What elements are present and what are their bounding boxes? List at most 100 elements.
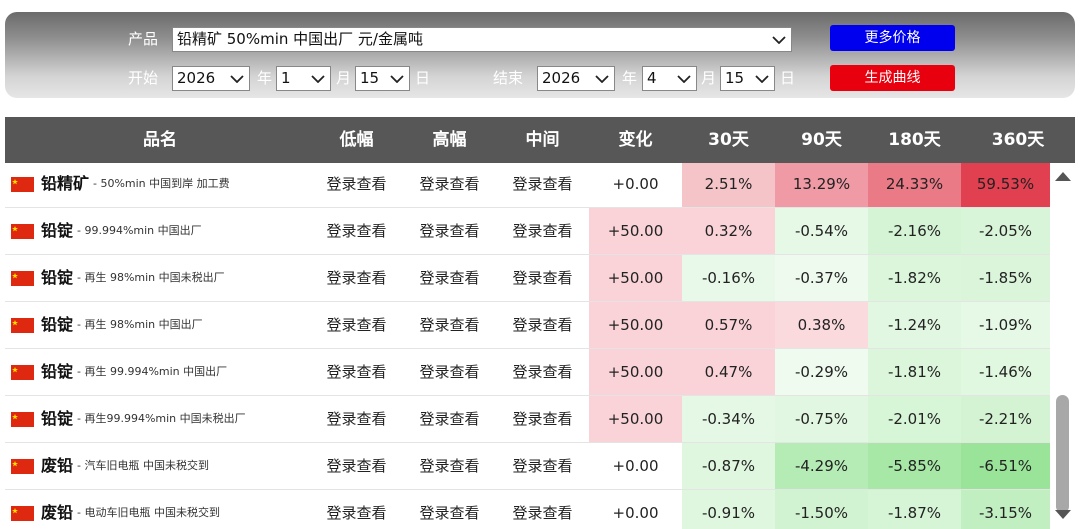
- more-prices-button[interactable]: 更多价格: [830, 25, 955, 51]
- product-select[interactable]: 铅精矿 50%min 中国出厂 元/金属吨: [172, 27, 792, 52]
- product-name-cell[interactable]: 废铅 - 汽车旧电瓶 中国未税交到: [5, 443, 315, 489]
- cell-d180: -2.16%: [868, 208, 961, 254]
- product-name-cell[interactable]: 铅锭 - 99.994%min 中国出厂: [5, 208, 315, 254]
- login-to-view-link[interactable]: 登录查看: [403, 396, 496, 442]
- cell-d90: -0.75%: [775, 396, 868, 442]
- login-to-view-link[interactable]: 登录查看: [496, 255, 589, 301]
- table-scrollbar[interactable]: [1050, 163, 1075, 529]
- login-to-view-link[interactable]: 登录查看: [310, 163, 403, 207]
- cell-d360: -3.15%: [961, 490, 1050, 529]
- table-row[interactable]: 铅锭 - 再生 98%min 中国未税出厂 登录查看 登录查看 登录查看 +50.00 -0…: [5, 255, 1050, 302]
- cell-d90: -0.54%: [775, 208, 868, 254]
- cell-d180: -1.81%: [868, 349, 961, 395]
- login-to-view-link[interactable]: 登录查看: [403, 208, 496, 254]
- col-mid-header: 中间: [525, 130, 560, 150]
- scroll-thumb[interactable]: [1056, 395, 1069, 513]
- start-year-select[interactable]: 2026: [172, 66, 250, 91]
- start-month-select[interactable]: 1: [276, 66, 331, 91]
- col-high-header: 高幅: [432, 130, 467, 150]
- col-180d-header: 180天: [888, 130, 941, 150]
- start-day-select[interactable]: 15: [355, 66, 410, 91]
- end-year-select[interactable]: 2026: [537, 66, 615, 91]
- col-30d-header: 30天: [708, 130, 749, 150]
- login-to-view-link[interactable]: 登录查看: [403, 443, 496, 489]
- login-to-view-link[interactable]: 登录查看: [496, 302, 589, 348]
- product-name: 铅锭: [41, 221, 74, 240]
- product-name-cell[interactable]: 铅锭 - 再生 98%min 中国未税出厂: [5, 255, 315, 301]
- login-to-view-link[interactable]: 登录查看: [403, 163, 496, 207]
- cell-d30: 2.51%: [682, 163, 775, 207]
- product-desc: - 再生99.994%min 中国未税出厂: [77, 412, 246, 425]
- table-row[interactable]: 铅锭 - 再生99.994%min 中国未税出厂 登录查看 登录查看 登录查看 +50.0…: [5, 396, 1050, 443]
- china-flag-icon: [11, 506, 34, 521]
- cell-d180: -2.01%: [868, 396, 961, 442]
- product-label: 产品: [128, 30, 159, 48]
- cell-d90: -0.29%: [775, 349, 868, 395]
- product-desc: - 99.994%min 中国出厂: [77, 224, 202, 237]
- table-row[interactable]: 废铅 - 汽车旧电瓶 中国未税交到 登录查看 登录查看 登录查看 +0.00 -0.87% -…: [5, 443, 1050, 490]
- product-name-cell[interactable]: 铅锭 - 再生99.994%min 中国未税出厂: [5, 396, 315, 442]
- col-360d-header: 360天: [991, 130, 1045, 150]
- chevron-down-icon: [772, 36, 786, 44]
- generate-curve-button[interactable]: 生成曲线: [830, 65, 955, 91]
- login-to-view-link[interactable]: 登录查看: [496, 349, 589, 395]
- login-to-view-link[interactable]: 登录查看: [496, 490, 589, 529]
- login-to-view-link[interactable]: 登录查看: [403, 302, 496, 348]
- cell-d360: -6.51%: [961, 443, 1050, 489]
- scroll-up-arrow-icon[interactable]: [1055, 172, 1071, 181]
- login-to-view-link[interactable]: 登录查看: [310, 208, 403, 254]
- cell-d30: -0.16%: [682, 255, 775, 301]
- end-month-select[interactable]: 4: [642, 66, 697, 91]
- login-to-view-link[interactable]: 登录查看: [496, 163, 589, 207]
- product-name-cell[interactable]: 铅锭 - 再生 98%min 中国出厂: [5, 302, 315, 348]
- login-to-view-link[interactable]: 登录查看: [310, 302, 403, 348]
- login-to-view-link[interactable]: 登录查看: [403, 349, 496, 395]
- table-row[interactable]: 铅锭 - 99.994%min 中国出厂 登录查看 登录查看 登录查看 +50.00 0.3…: [5, 208, 1050, 255]
- cell-d360: -1.85%: [961, 255, 1050, 301]
- filter-panel: 产品 铅精矿 50%min 中国出厂 元/金属吨 更多价格 开始 2026 年 …: [5, 12, 1075, 98]
- china-flag-icon: [11, 365, 34, 380]
- product-desc: - 再生 98%min 中国未税出厂: [77, 271, 225, 284]
- cell-d90: 0.38%: [775, 302, 868, 348]
- cell-change: +50.00: [589, 255, 682, 301]
- chevron-down-icon: [755, 75, 769, 83]
- table-row[interactable]: 铅锭 - 再生 98%min 中国出厂 登录查看 登录查看 登录查看 +50.00 0.57…: [5, 302, 1050, 349]
- start-year-unit: 年: [257, 69, 273, 87]
- col-90d-header: 90天: [801, 130, 842, 150]
- login-to-view-link[interactable]: 登录查看: [310, 255, 403, 301]
- table-row[interactable]: 废铅 - 电动车旧电瓶 中国未税交到 登录查看 登录查看 登录查看 +0.00 -0.91%…: [5, 490, 1050, 529]
- chevron-down-icon: [595, 75, 609, 83]
- product-name-cell[interactable]: 铅精矿 - 50%min 中国到岸 加工费: [5, 163, 315, 207]
- end-day-select[interactable]: 15: [720, 66, 775, 91]
- product-name-cell[interactable]: 铅锭 - 再生 99.994%min 中国出厂: [5, 349, 315, 395]
- cell-d90: -1.50%: [775, 490, 868, 529]
- start-year-value: 2026: [177, 69, 216, 87]
- login-to-view-link[interactable]: 登录查看: [403, 255, 496, 301]
- scroll-down-arrow-icon[interactable]: [1055, 510, 1071, 519]
- more-prices-label: 更多价格: [864, 30, 921, 46]
- login-to-view-link[interactable]: 登录查看: [496, 208, 589, 254]
- table-header: 品名 低幅 高幅 中间 变化 30天 90天 180天 360天: [5, 117, 1075, 163]
- login-to-view-link[interactable]: 登录查看: [496, 396, 589, 442]
- cell-d90: 13.29%: [775, 163, 868, 207]
- table-row[interactable]: 铅精矿 - 50%min 中国到岸 加工费 登录查看 登录查看 登录查看 +0.00 2.5…: [5, 163, 1050, 208]
- login-to-view-link[interactable]: 登录查看: [310, 349, 403, 395]
- cell-d360: -1.09%: [961, 302, 1050, 348]
- start-day-unit: 日: [415, 69, 431, 87]
- login-to-view-link[interactable]: 登录查看: [310, 490, 403, 529]
- start-month-value: 1: [281, 69, 291, 87]
- login-to-view-link[interactable]: 登录查看: [496, 443, 589, 489]
- table-row[interactable]: 铅锭 - 再生 99.994%min 中国出厂 登录查看 登录查看 登录查看 +50.00…: [5, 349, 1050, 396]
- login-to-view-link[interactable]: 登录查看: [310, 396, 403, 442]
- cell-d30: -0.34%: [682, 396, 775, 442]
- end-year-value: 2026: [542, 69, 581, 87]
- login-to-view-link[interactable]: 登录查看: [403, 490, 496, 529]
- product-select-value: 铅精矿 50%min 中国出厂 元/金属吨: [177, 30, 423, 48]
- cell-change: +50.00: [589, 208, 682, 254]
- product-desc: - 再生 99.994%min 中国出厂: [77, 365, 228, 378]
- login-to-view-link[interactable]: 登录查看: [310, 443, 403, 489]
- china-flag-icon: [11, 177, 34, 192]
- end-year-unit: 年: [622, 69, 638, 87]
- product-name-cell[interactable]: 废铅 - 电动车旧电瓶 中国未税交到: [5, 490, 315, 529]
- product-name: 铅锭: [41, 315, 74, 334]
